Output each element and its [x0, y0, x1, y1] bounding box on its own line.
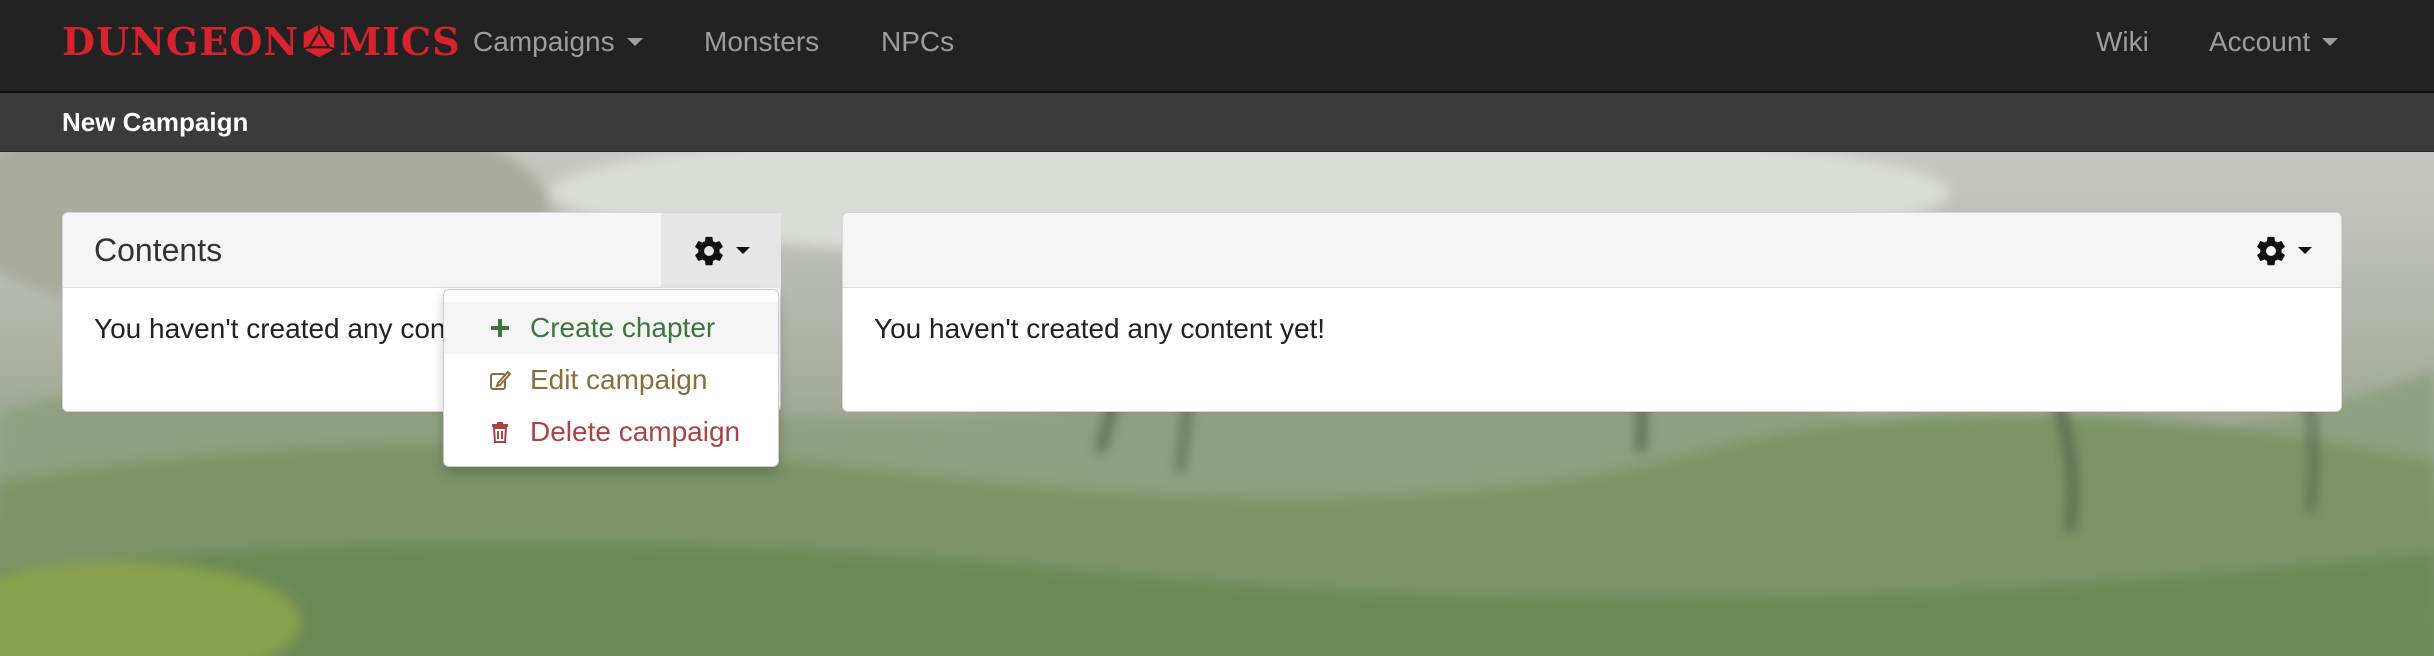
nav-wiki-label: Wiki	[2096, 25, 2149, 57]
nav-monsters-label: Monsters	[704, 25, 820, 57]
contents-settings-dropdown: Create chapter Edit campaign Delete camp…	[443, 289, 779, 467]
brand-logo[interactable]: DUNGEON MICS	[62, 16, 461, 66]
top-navbar: DUNGEON MICS Campaigns Monsters NPCs Wik…	[0, 0, 2434, 93]
create-chapter-label: Create chapter	[530, 312, 716, 343]
edit-campaign-menu-item[interactable]: Edit campaign	[444, 354, 778, 406]
edit-campaign-label: Edit campaign	[530, 364, 708, 395]
gear-icon	[695, 236, 723, 265]
delete-campaign-menu-item[interactable]: Delete campaign	[444, 406, 778, 458]
gear-icon	[2257, 236, 2285, 265]
nav-campaigns-dropdown[interactable]: Campaigns	[473, 0, 643, 83]
create-chapter-menu-item[interactable]: Create chapter	[444, 302, 778, 354]
brand-text-left: DUNGEON	[62, 18, 300, 64]
nav-npcs[interactable]: NPCs	[881, 0, 954, 83]
content-empty-message: You haven't created any content yet!	[874, 313, 1326, 344]
edit-icon	[490, 370, 512, 390]
nav-account-label: Account	[2209, 25, 2311, 57]
caret-down-icon	[626, 37, 643, 46]
nav-campaigns-label: Campaigns	[473, 25, 615, 57]
plus-icon	[491, 319, 509, 337]
contents-panel-title: Contents	[94, 232, 223, 268]
contents-empty-message: You haven't created any con	[94, 313, 446, 344]
caret-down-icon	[736, 247, 750, 254]
trash-icon	[492, 422, 508, 443]
brand-text-right: MICS	[339, 18, 461, 64]
delete-campaign-label: Delete campaign	[530, 416, 741, 447]
content-panel: You haven't created any content yet!	[842, 212, 2342, 412]
nav-npcs-label: NPCs	[881, 25, 955, 57]
nav-monsters[interactable]: Monsters	[704, 0, 819, 83]
caret-down-icon	[2322, 37, 2339, 46]
page-title: New Campaign	[62, 107, 249, 137]
page-header-bar: New Campaign	[0, 93, 2434, 152]
contents-settings-button[interactable]	[661, 213, 781, 288]
caret-down-icon	[2298, 247, 2312, 254]
content-settings-button[interactable]	[2223, 213, 2343, 288]
contents-panel-heading: Contents	[63, 213, 781, 288]
nav-account-dropdown[interactable]: Account	[2209, 0, 2339, 83]
content-panel-heading	[843, 213, 2341, 288]
nav-wiki[interactable]: Wiki	[2096, 0, 2149, 83]
d20-dice-icon	[303, 24, 335, 58]
